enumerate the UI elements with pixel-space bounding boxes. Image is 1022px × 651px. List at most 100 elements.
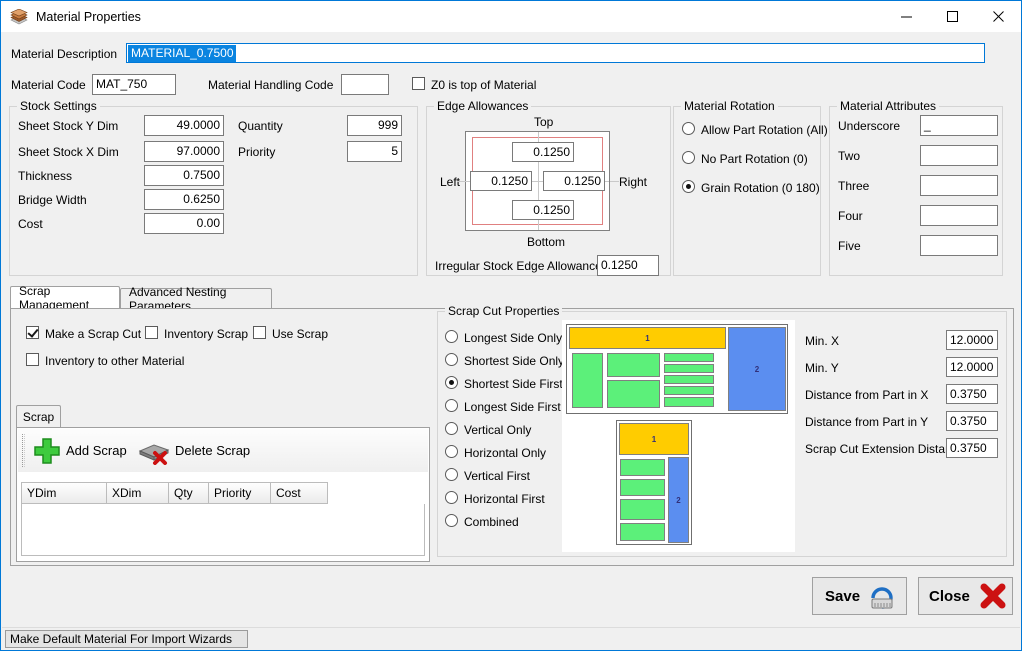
preview-horizontal-nest: 1 2	[566, 324, 788, 414]
stock-settings-group: Stock Settings Sheet Stock Y Dim 49.0000…	[9, 106, 418, 276]
radio-horizontal-only[interactable]	[445, 445, 458, 458]
preview-part	[607, 353, 660, 377]
radio-horizontal-only-label: Horizontal Only	[464, 446, 546, 460]
delete-scrap-button[interactable]: Delete Scrap	[175, 444, 250, 458]
scrap-cut-extension-distance-input[interactable]: 0.3750	[946, 438, 998, 458]
radio-grain-rotation[interactable]	[682, 180, 695, 193]
material-rotation-title: Material Rotation	[681, 99, 778, 113]
distance-from-part-y-input[interactable]: 0.3750	[946, 411, 998, 431]
close-button-label: Close	[929, 588, 970, 605]
radio-allow-part-rotation-label: Allow Part Rotation (All)	[701, 123, 828, 137]
close-button[interactable]	[975, 1, 1021, 32]
radio-vertical-first[interactable]	[445, 468, 458, 481]
window-controls	[883, 1, 1021, 32]
attribute-two-input[interactable]	[920, 145, 998, 166]
stack-of-boards-icon	[10, 9, 28, 25]
tab-advanced-nesting-parameters[interactable]: Advanced Nesting Parameters	[120, 288, 272, 309]
inventory-scrap-checkbox[interactable]	[145, 326, 158, 339]
stock-settings-title: Stock Settings	[17, 99, 100, 113]
edge-bottom-input[interactable]: 0.1250	[512, 200, 574, 220]
attribute-three-input[interactable]	[920, 175, 998, 196]
grid-column-ydim[interactable]: YDim	[21, 482, 106, 504]
radio-allow-part-rotation[interactable]	[682, 122, 695, 135]
grid-column-xdim[interactable]: XDim	[106, 482, 168, 504]
attribute-five-input[interactable]	[920, 235, 998, 256]
material-description-value: MATERIAL_0.7500	[128, 45, 236, 62]
radio-longest-side-only[interactable]	[445, 330, 458, 343]
distance-from-part-x-input[interactable]: 0.3750	[946, 384, 998, 404]
bridge-width-input[interactable]: 0.6250	[144, 189, 224, 210]
radio-no-part-rotation-label: No Part Rotation (0)	[701, 152, 808, 166]
material-code-input[interactable]: MAT_750	[92, 74, 176, 95]
sheet-stock-x-input[interactable]: 97.0000	[144, 141, 224, 162]
radio-vertical-only[interactable]	[445, 422, 458, 435]
edge-top-input[interactable]: 0.1250	[512, 142, 574, 162]
material-description-label: Material Description	[11, 47, 117, 61]
radio-longest-side-first[interactable]	[445, 399, 458, 412]
distance-from-part-y-label: Distance from Part in Y	[805, 415, 928, 429]
make-scrap-cut-checkbox[interactable]	[26, 326, 39, 339]
preview-part-scrap-top: 1	[569, 327, 726, 349]
preview-part	[664, 364, 714, 373]
preview-part-offcut-right: 2	[668, 457, 689, 543]
preview-part	[664, 353, 714, 362]
make-default-material-status[interactable]: Make Default Material For Import Wizards	[5, 630, 248, 648]
attribute-three-label: Three	[838, 179, 869, 193]
toolbar-grip[interactable]	[22, 434, 25, 467]
sheet-stock-y-input[interactable]: 49.0000	[144, 115, 224, 136]
minimize-button[interactable]	[883, 1, 929, 32]
cost-input[interactable]: 0.00	[144, 213, 224, 234]
scrap-grid-body[interactable]	[21, 504, 425, 556]
preview-part-scrap-top: 1	[619, 423, 689, 455]
radio-horizontal-first[interactable]	[445, 491, 458, 504]
tab-scrap-management[interactable]: Scrap Management	[10, 286, 120, 309]
add-scrap-button[interactable]: Add Scrap	[66, 444, 127, 458]
bridge-width-label: Bridge Width	[18, 193, 87, 207]
attribute-underscore-input[interactable]: _	[920, 115, 998, 136]
preview-part	[572, 353, 603, 408]
radio-shortest-side-only[interactable]	[445, 353, 458, 366]
attribute-two-label: Two	[838, 149, 860, 163]
edge-left-input[interactable]: 0.1250	[470, 171, 532, 191]
grid-column-cost[interactable]: Cost	[270, 482, 328, 504]
priority-label: Priority	[238, 145, 275, 159]
close-button-footer[interactable]: Close	[918, 577, 1013, 615]
preview-vertical-nest: 1 2	[616, 420, 692, 545]
save-button[interactable]: Save	[812, 577, 907, 615]
scrap-cut-properties-group: Scrap Cut Properties Longest Side Only S…	[437, 311, 1007, 557]
material-description-input[interactable]: MATERIAL_0.7500	[126, 43, 985, 63]
grid-column-priority[interactable]: Priority	[208, 482, 270, 504]
sheet-stock-x-label: Sheet Stock X Dim	[18, 145, 119, 159]
thickness-label: Thickness	[18, 169, 72, 183]
material-attributes-group: Material Attributes Underscore _ Two Thr…	[829, 106, 1003, 276]
inventory-to-other-material-checkbox[interactable]	[26, 353, 39, 366]
min-y-input[interactable]: 12.0000	[946, 357, 998, 377]
attribute-four-input[interactable]	[920, 205, 998, 226]
make-scrap-cut-label: Make a Scrap Cut	[45, 327, 141, 341]
radio-horizontal-first-label: Horizontal First	[464, 492, 545, 506]
z0-top-of-material-checkbox[interactable]	[412, 77, 425, 90]
radio-grain-rotation-label: Grain Rotation (0 180)	[701, 181, 820, 195]
scrap-cut-extension-distance-label: Scrap Cut Extension Distance	[805, 442, 964, 456]
min-x-input[interactable]: 12.0000	[946, 330, 998, 350]
irregular-stock-edge-allowance-input[interactable]: 0.1250	[597, 255, 659, 276]
radio-combined[interactable]	[445, 514, 458, 527]
radio-shortest-side-first[interactable]	[445, 376, 458, 389]
tab-scrap[interactable]: Scrap	[16, 405, 61, 428]
radio-no-part-rotation[interactable]	[682, 151, 695, 164]
cost-label: Cost	[18, 217, 43, 231]
material-handling-code-input[interactable]	[341, 74, 389, 95]
attribute-five-label: Five	[838, 239, 861, 253]
quantity-input[interactable]: 999	[347, 115, 402, 136]
use-scrap-checkbox[interactable]	[253, 326, 266, 339]
grid-column-qty[interactable]: Qty	[168, 482, 208, 504]
priority-input[interactable]: 5	[347, 141, 402, 162]
edge-top-label: Top	[534, 115, 553, 129]
thickness-input[interactable]: 0.7500	[144, 165, 224, 186]
use-scrap-label: Use Scrap	[272, 327, 328, 341]
edge-right-input[interactable]: 0.1250	[543, 171, 605, 191]
quantity-label: Quantity	[238, 119, 283, 133]
z0-top-of-material-label: Z0 is top of Material	[431, 78, 536, 92]
maximize-button[interactable]	[929, 1, 975, 32]
inventory-to-other-material-label: Inventory to other Material	[45, 354, 184, 368]
